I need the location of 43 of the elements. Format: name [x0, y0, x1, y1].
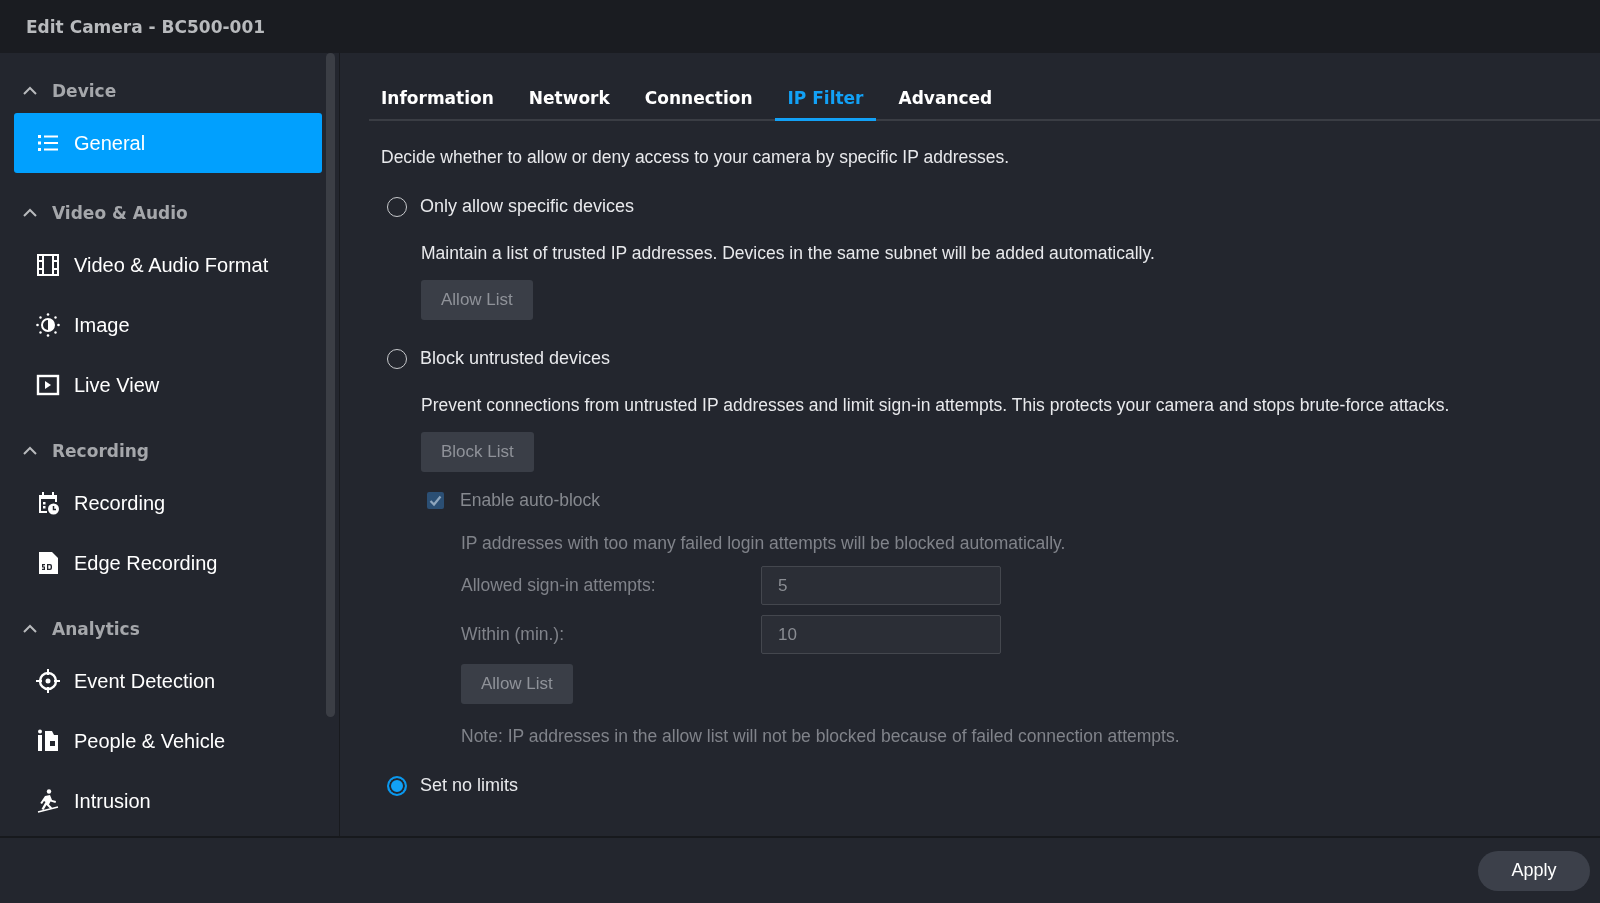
play-icon	[36, 374, 60, 396]
tab[interactable]: Connection	[632, 53, 765, 121]
sidebar-group-label: Analytics	[52, 619, 140, 639]
sidebar-group-label: Device	[52, 81, 117, 101]
option-label: Set no limits	[420, 775, 519, 796]
sidebar-group-label: Video & Audio	[52, 203, 188, 223]
option-description: Maintain a list of trusted IP addresses. Devices in the same subnet will be added automatically.	[421, 243, 1156, 264]
tab[interactable]: IP Filter	[775, 53, 876, 121]
running-person-icon	[37, 789, 59, 813]
scrollbar-thumb[interactable]	[326, 53, 335, 717]
option-description: Prevent connections from untrusted IP addresses and limit sign-in attempts. This protects your camera and stops brute-force attacks.	[421, 395, 1451, 416]
crosshair-icon	[36, 669, 60, 693]
apply-button[interactable]: Apply	[1478, 850, 1590, 891]
checkbox-label: Enable auto-block	[460, 490, 601, 511]
tab[interactable]: Information	[369, 53, 506, 121]
brightness-icon	[36, 313, 60, 337]
window-title: Edit Camera - BC500-001	[26, 16, 266, 37]
list-button[interactable]: Allow List	[421, 280, 533, 320]
sidebar-item[interactable]: Intrusion	[14, 771, 322, 831]
intro-text: Decide whether to allow or deny access to your camera by specific IP addresses.	[381, 147, 1011, 168]
sidebar-item[interactable]: Edge Recording	[14, 533, 322, 593]
calendar-clock-icon	[39, 492, 59, 515]
option-label: Only allow specific devices	[420, 196, 635, 217]
sidebar-item[interactable]: People & Vehicle	[14, 711, 322, 771]
sidebar-group-label: Recording	[52, 441, 150, 461]
sidebar-item[interactable]: Event Detection	[14, 651, 322, 711]
list-icon	[38, 135, 58, 151]
option-label: Block untrusted devices	[420, 348, 611, 369]
sidebar-item[interactable]: Recording	[14, 473, 322, 533]
radio-button[interactable]	[387, 775, 407, 796]
field-label: Within (min.):	[461, 624, 566, 645]
list-button[interactable]: Block List	[421, 432, 534, 472]
tab[interactable]: Advanced	[886, 53, 1005, 121]
person-vehicle-icon	[38, 729, 58, 751]
film-icon	[37, 254, 59, 276]
field-label: Allowed sign-in attempts:	[461, 575, 657, 596]
sidebar-item[interactable]: Image	[14, 295, 322, 355]
note-text: Note: IP addresses in the allow list will not be blocked because of failed connection attempts.	[461, 726, 1181, 747]
sd-card-icon	[39, 552, 58, 574]
tab[interactable]: Network	[516, 53, 622, 121]
sidebar-item[interactable]: Live View	[14, 355, 322, 415]
auto-block-description: IP addresses with too many failed login attempts will be blocked automatically.	[461, 533, 1067, 554]
sidebar-item[interactable]: Video & Audio Format	[14, 235, 322, 295]
